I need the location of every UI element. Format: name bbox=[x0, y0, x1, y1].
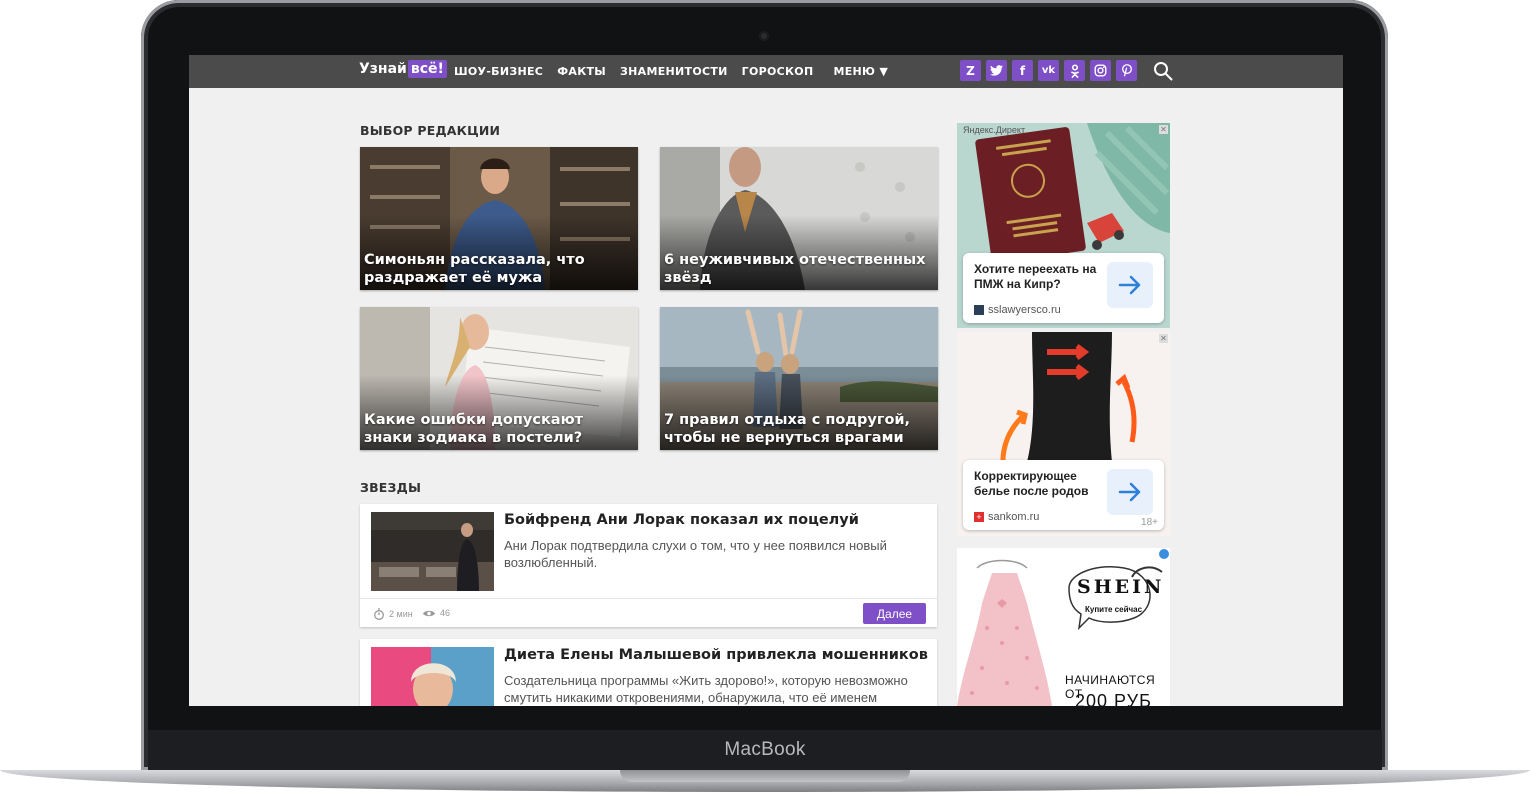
ad-network-label: Яндекс.Директ bbox=[963, 125, 1026, 135]
logo-text-1: Узнай bbox=[359, 61, 407, 77]
editors-card-3[interactable]: Какие ошибки допускают знаки зодиака в п… bbox=[360, 307, 638, 450]
ad-url-text: sslawyersco.ru bbox=[988, 304, 1061, 316]
site-favicon-icon bbox=[974, 305, 984, 315]
facebook-icon[interactable]: f bbox=[1012, 60, 1033, 81]
editors-card-4[interactable]: 7 правил отдыха с подругой, чтобы не вер… bbox=[660, 307, 938, 450]
webcam bbox=[759, 31, 769, 41]
article-card-2[interactable]: Диета Елены Малышевой привлекла мошенник… bbox=[360, 639, 937, 706]
instagram-icon[interactable] bbox=[1090, 60, 1111, 81]
section-title-stars: ЗВЕЗДЫ bbox=[360, 480, 422, 495]
ad-title: Хотите переехать на ПМЖ на Кипр? bbox=[974, 262, 1097, 291]
read-time: 2 мин bbox=[373, 608, 413, 620]
ad-textbox[interactable]: Хотите переехать на ПМЖ на Кипр? sslawye… bbox=[963, 253, 1164, 323]
card-caption: Какие ошибки допускают знаки зодиака в п… bbox=[364, 412, 584, 446]
article-thumb-1 bbox=[371, 512, 494, 591]
ad-close-button[interactable]: ✕ bbox=[1159, 125, 1168, 134]
ad-brand: SHEIN bbox=[1077, 576, 1165, 598]
browser-viewport: Узнай всё! ШОУ-БИЗНЕС ФАКТЫ ЗНАМЕНИТОСТИ … bbox=[189, 55, 1343, 706]
card-caption: Симоньян рассказала, что раздражает её м… bbox=[364, 252, 585, 286]
ad-banner-cyprus[interactable]: Яндекс.Директ ✕ Хотите переехать на ПМЖ … bbox=[957, 123, 1170, 328]
ad-close-button[interactable]: ✕ bbox=[1159, 334, 1168, 343]
ad-price-line-2: 200 РУБ bbox=[1075, 691, 1152, 706]
ad-url: sslawyersco.ru bbox=[974, 304, 1061, 316]
social-links: Z f vk bbox=[960, 60, 1137, 81]
views-value: 46 bbox=[440, 608, 451, 618]
ad-title: Корректирующее белье после родов bbox=[974, 469, 1089, 498]
ad-url-text: sankom.ru bbox=[988, 511, 1040, 523]
ad-banner-shein[interactable]: SHEIN Купите сейчас НАЧИНАЮТСЯ ОТ 200 РУ… bbox=[957, 548, 1170, 706]
site-header: Узнай всё! ШОУ-БИЗНЕС ФАКТЫ ЗНАМЕНИТОСТИ … bbox=[189, 55, 1343, 88]
eye-icon bbox=[423, 610, 435, 616]
ad-banner-underwear[interactable]: ✕ Корректирующее белье после родов + san… bbox=[957, 332, 1170, 536]
article-description: Создательница программы «Жить здорово!»,… bbox=[504, 673, 908, 705]
nav-item-celebrities[interactable]: ЗНАМЕНИТОСТИ bbox=[620, 65, 728, 78]
article-description: Ани Лорак подтвердила слухи о том, что у… bbox=[504, 538, 887, 570]
twitter-icon[interactable] bbox=[986, 60, 1007, 81]
main-nav: ШОУ-БИЗНЕС ФАКТЫ ЗНАМЕНИТОСТИ ГОРОСКОП М… bbox=[454, 65, 888, 78]
zen-icon[interactable]: Z bbox=[960, 60, 981, 81]
vk-icon[interactable]: vk bbox=[1038, 60, 1059, 81]
laptop-notch bbox=[620, 770, 910, 782]
arrow-right-icon[interactable] bbox=[1107, 469, 1153, 515]
editors-card-1[interactable]: Симоньян рассказала, что раздражает её м… bbox=[360, 147, 638, 290]
card-caption: 7 правил отдыха с подругой, чтобы не вер… bbox=[664, 412, 911, 446]
article-thumb-2 bbox=[371, 647, 494, 706]
more-button[interactable]: Далее bbox=[863, 603, 926, 624]
article-title[interactable]: Бойфренд Ани Лорак показал их поцелуй bbox=[504, 512, 859, 528]
logo-text-2: всё! bbox=[407, 60, 447, 78]
nav-item-menu[interactable]: МЕНЮ ▼ bbox=[833, 65, 888, 78]
age-rating: 18+ bbox=[1141, 517, 1158, 528]
nav-item-facts[interactable]: ФАКТЫ bbox=[557, 65, 606, 78]
arrow-right-icon[interactable] bbox=[1107, 262, 1153, 308]
editors-card-2[interactable]: 6 неуживчивых отечественных звёзд bbox=[660, 147, 938, 290]
odnoklassniki-icon[interactable] bbox=[1064, 60, 1085, 81]
laptop-brand-label: MacBook bbox=[724, 739, 806, 760]
nav-item-show-business[interactable]: ШОУ-БИЗНЕС bbox=[454, 65, 543, 78]
stopwatch-icon bbox=[374, 608, 384, 620]
site-favicon-icon: + bbox=[974, 512, 984, 522]
card-caption: 6 неуживчивых отечественных звёзд bbox=[664, 252, 926, 286]
article-title[interactable]: Диета Елены Малышевой привлекла мошенник… bbox=[504, 647, 928, 663]
article-meta: 2 мин 46 Далее bbox=[360, 598, 937, 627]
ad-url: + sankom.ru bbox=[974, 511, 1039, 523]
ad-cta[interactable]: Купите сейчас bbox=[1085, 605, 1142, 614]
pinterest-icon[interactable] bbox=[1116, 60, 1137, 81]
article-card-1[interactable]: Бойфренд Ани Лорак показал их поцелуй Ан… bbox=[360, 504, 937, 627]
read-time-value: 2 мин bbox=[389, 609, 413, 619]
ad-textbox[interactable]: Корректирующее белье после родов + sanko… bbox=[963, 460, 1164, 530]
nav-item-horoscope[interactable]: ГОРОСКОП bbox=[742, 65, 814, 78]
section-title-editors-choice: ВЫБОР РЕДАКЦИИ bbox=[360, 123, 501, 138]
views: 46 bbox=[422, 608, 450, 618]
search-icon[interactable] bbox=[1153, 61, 1173, 81]
site-logo[interactable]: Узнай всё! bbox=[359, 60, 447, 78]
